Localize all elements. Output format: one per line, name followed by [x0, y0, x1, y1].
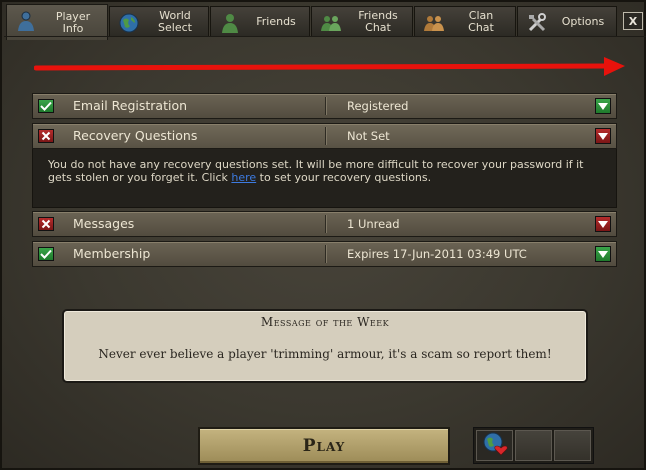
globe-heart-icon [482, 431, 508, 461]
tab-friends[interactable]: Friends [210, 6, 310, 36]
check-icon [38, 247, 54, 261]
tab-player-info-label: Player Info [55, 9, 91, 35]
friends-chat-icon [320, 12, 342, 34]
tools-icon [526, 12, 548, 34]
cross-icon [38, 217, 54, 231]
motw-title: Message of the Week [260, 315, 390, 329]
clan-chat-icon [423, 12, 445, 34]
row-value: Not Set [347, 129, 390, 143]
chevron-down-icon[interactable] [595, 128, 611, 144]
world-favourite-slot[interactable] [476, 430, 513, 461]
row-label: Recovery Questions [73, 128, 198, 143]
chevron-down-icon[interactable] [595, 216, 611, 232]
check-icon [38, 99, 54, 113]
row-label: Messages [73, 216, 135, 231]
row-label: Email Registration [73, 98, 188, 113]
tab-options-label: Options [561, 14, 605, 28]
player-info-window: Player Info World Select Friends Friends… [0, 0, 646, 470]
row-divider [325, 215, 326, 233]
red-arrow-annotation [34, 57, 625, 76]
quick-slot-3[interactable] [554, 430, 591, 461]
tab-world-select-label: World Select [158, 8, 192, 34]
tab-divider [4, 36, 646, 37]
friends-icon [219, 12, 241, 34]
quick-slot-2[interactable] [515, 430, 552, 461]
tab-clan-chat-label: Clan Chat [468, 8, 494, 34]
row-membership[interactable]: Membership Expires 17-Jun-2011 03:49 UTC [32, 241, 617, 267]
message-of-the-week: Message of the Week Never ever believe a… [62, 309, 588, 383]
row-value: Registered [347, 99, 409, 113]
row-value: Expires 17-Jun-2011 03:49 UTC [347, 247, 527, 261]
row-recovery-questions[interactable]: Recovery Questions Not Set [32, 123, 617, 149]
tab-bar: Player Info World Select Friends Friends… [4, 4, 646, 40]
tab-friends-label: Friends [256, 14, 296, 28]
recovery-detail-text-end: to set your recovery questions. [256, 171, 432, 184]
play-button[interactable]: Play [198, 427, 450, 465]
motw-text: Never ever believe a player 'trimming' a… [98, 347, 552, 361]
tab-options[interactable]: Options [517, 6, 617, 36]
tab-clan-chat[interactable]: Clan Chat [414, 6, 516, 36]
globe-icon [118, 12, 140, 34]
tab-friends-chat[interactable]: Friends Chat [311, 6, 413, 36]
row-messages[interactable]: Messages 1 Unread [32, 211, 617, 237]
player-icon [15, 10, 37, 32]
row-divider [325, 127, 326, 145]
cross-icon [38, 129, 54, 143]
chevron-down-icon[interactable] [595, 98, 611, 114]
row-label: Membership [73, 246, 151, 261]
recovery-here-link[interactable]: here [231, 171, 256, 184]
close-button[interactable]: X [623, 12, 643, 30]
tab-world-select[interactable]: World Select [109, 6, 209, 36]
row-value: 1 Unread [347, 217, 400, 231]
quick-slots [473, 427, 594, 464]
recovery-detail-panel: You do not have any recovery questions s… [32, 149, 617, 208]
row-divider [325, 245, 326, 263]
row-email-registration[interactable]: Email Registration Registered [32, 93, 617, 119]
tab-friends-chat-label: Friends Chat [358, 8, 398, 34]
tab-player-info[interactable]: Player Info [6, 4, 108, 40]
row-divider [325, 97, 326, 115]
chevron-down-icon[interactable] [595, 246, 611, 262]
